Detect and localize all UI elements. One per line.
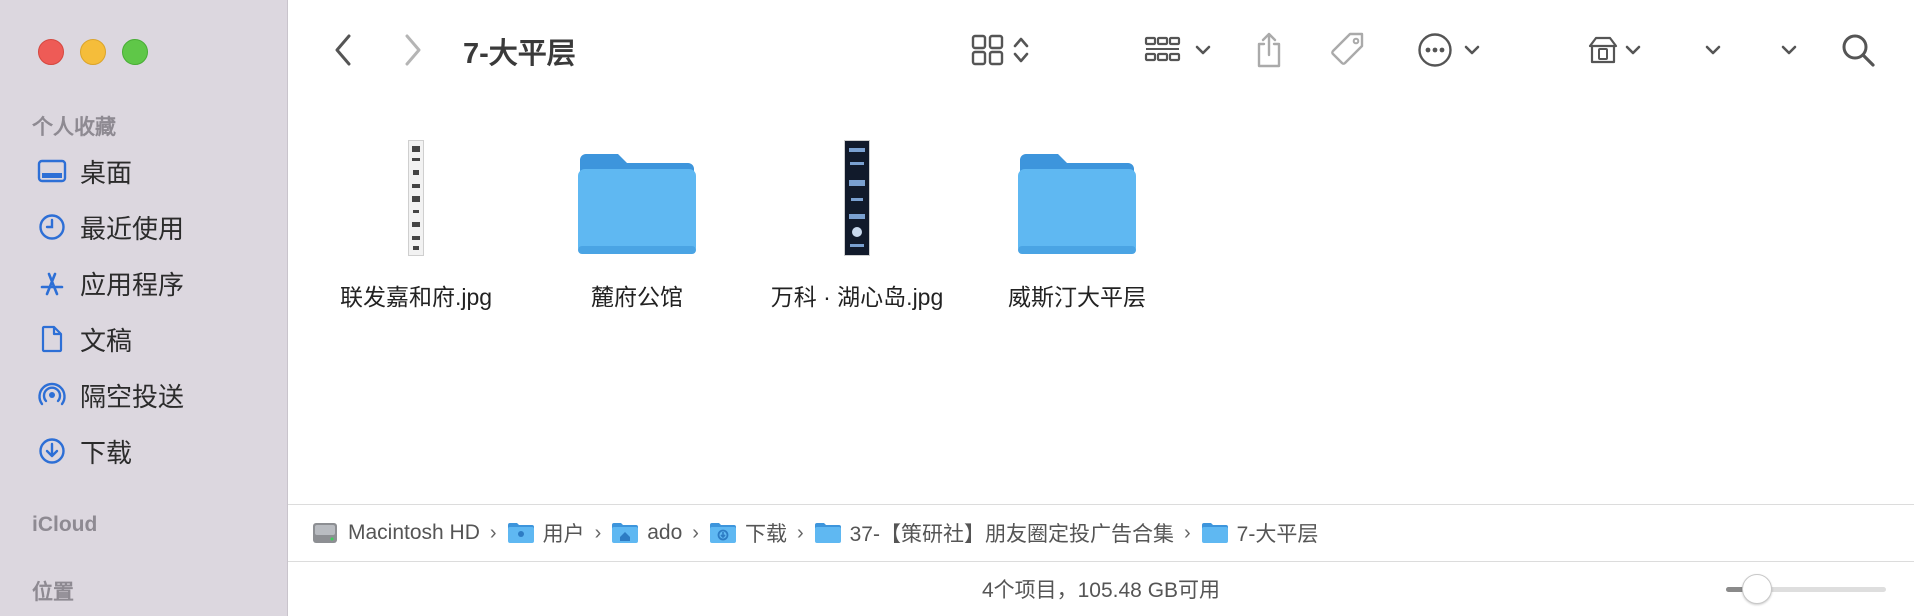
icon-size-slider[interactable]: [1726, 574, 1886, 604]
file-item[interactable]: 联发嘉和府.jpg: [316, 138, 516, 312]
sidebar-item-desktop[interactable]: 桌面: [36, 151, 132, 191]
group-by-button[interactable]: [1140, 32, 1216, 68]
slider-knob[interactable]: [1742, 574, 1772, 604]
finder-content: 7-大平层 联发嘉和府.jpg 麓府公馆 万科 · 湖心岛.jpg 威斯汀大平层…: [288, 0, 1914, 616]
path-separator-icon: ›: [1183, 521, 1191, 544]
path-separator-icon: ›: [692, 521, 699, 544]
home-folder-icon: [611, 521, 639, 545]
sidebar-item-label: 桌面: [80, 157, 133, 188]
folder-icon: [537, 138, 737, 256]
chevron-down-icon: [1464, 45, 1480, 55]
downloads-folder-icon: [709, 521, 737, 545]
sidebar-item-label: 应用程序: [80, 269, 185, 300]
forward-button[interactable]: [400, 32, 426, 68]
sidebar-item-airdrop[interactable]: 隔空投送: [36, 375, 184, 415]
sidebar-item-recents[interactable]: 最近使用: [36, 207, 184, 247]
chevron-down-icon: [1781, 45, 1797, 55]
status-text: 4个项目，105.48 GB可用: [981, 579, 1221, 602]
file-name: 万科 · 湖心岛.jpg: [770, 284, 944, 310]
folder-item[interactable]: 威斯汀大平层: [977, 138, 1177, 312]
locations-heading: 位置: [32, 581, 74, 604]
path-crumb-ad-collection[interactable]: 37-【策研社】朋友圈定投广告合集: [814, 518, 1174, 548]
path-crumb-label: 下载: [744, 523, 787, 546]
path-crumb-macintosh-hd[interactable]: Macintosh HD: [312, 521, 480, 545]
folder-icon: [507, 521, 535, 545]
path-crumb-label: 用户: [542, 523, 585, 546]
file-item[interactable]: 万科 · 湖心岛.jpg: [757, 138, 957, 312]
toolbar: 7-大平层: [288, 0, 1914, 100]
view-mode-button[interactable]: [965, 32, 1037, 68]
path-crumb-current[interactable]: 7-大平层: [1201, 518, 1319, 548]
overflow-menu-button[interactable]: [1698, 32, 1728, 68]
path-separator-icon: ›: [594, 521, 602, 544]
chevron-down-icon: [1625, 45, 1641, 55]
search-icon: [1842, 34, 1875, 67]
path-separator-icon: ›: [796, 521, 804, 544]
path-crumb-label: 37-【策研社】朋友圈定投广告合集: [849, 523, 1174, 546]
image-thumbnail-icon: [316, 138, 516, 256]
file-name: 联发嘉和府.jpg: [339, 284, 493, 310]
applications-icon: [36, 267, 68, 299]
group-icon: [1144, 36, 1181, 62]
share-button[interactable]: [1252, 28, 1286, 72]
document-icon: [36, 323, 68, 355]
file-name: 麓府公馆: [591, 284, 683, 310]
tags-button[interactable]: [1328, 30, 1368, 70]
ellipsis-circle-icon: [1418, 33, 1452, 67]
window-title: 7-大平层: [463, 38, 576, 70]
extension-button[interactable]: [1586, 32, 1644, 68]
sidebar-item-documents[interactable]: 文稿: [36, 319, 132, 359]
desktop-icon: [36, 155, 68, 187]
clock-icon: [36, 211, 68, 243]
sidebar-item-label: 最近使用: [80, 213, 185, 244]
path-crumb-label: ado: [647, 521, 683, 544]
path-crumb-users[interactable]: 用户: [507, 518, 585, 548]
airdrop-icon: [36, 379, 68, 411]
path-bar: Macintosh HD › 用户 › ado › 下载 › 37-【策研社】朋…: [288, 504, 1914, 562]
path-separator-icon: ›: [489, 521, 497, 544]
share-icon: [1257, 32, 1281, 68]
path-crumb-label: 7-大平层: [1236, 523, 1319, 546]
overflow-menu-button-2[interactable]: [1774, 32, 1804, 68]
chevron-left-icon: [335, 34, 351, 66]
sidebar: 个人收藏 桌面 最近使用 应用程序 文稿 隔空投送 下载 iCloud 位置: [0, 0, 288, 616]
zoom-window-button[interactable]: [122, 39, 148, 65]
icloud-heading: iCloud: [32, 513, 98, 536]
more-actions-button[interactable]: [1414, 32, 1484, 68]
sidebar-item-label: 隔空投送: [80, 381, 185, 412]
search-button[interactable]: [1838, 30, 1878, 70]
path-crumb-downloads[interactable]: 下载: [709, 518, 787, 548]
sidebar-item-applications[interactable]: 应用程序: [36, 263, 184, 303]
sidebar-item-label: 文稿: [80, 325, 133, 356]
sidebar-item-label: 下载: [80, 437, 133, 468]
folder-icon: [977, 138, 1177, 256]
path-crumb-ado[interactable]: ado: [611, 521, 682, 545]
chevron-down-icon: [1195, 45, 1211, 55]
status-bar: 4个项目，105.48 GB可用: [288, 562, 1914, 616]
favorites-heading: 个人收藏: [32, 116, 116, 139]
download-icon: [36, 435, 68, 467]
image-thumbnail-icon: [757, 138, 957, 256]
icon-grid-icon: [971, 34, 1004, 66]
path-crumb-label: Macintosh HD: [348, 521, 480, 544]
file-name: 威斯汀大平层: [1008, 284, 1146, 310]
close-window-button[interactable]: [38, 39, 64, 65]
chevron-down-icon: [1705, 45, 1721, 55]
up-down-chevron-icon: [1013, 37, 1029, 63]
window-controls: [38, 39, 148, 65]
minimize-window-button[interactable]: [80, 39, 106, 65]
sidebar-item-downloads[interactable]: 下载: [36, 431, 132, 471]
hard-drive-icon: [312, 521, 340, 545]
back-button[interactable]: [330, 32, 356, 68]
folder-icon: [814, 521, 842, 545]
chevron-right-icon: [405, 34, 421, 66]
folder-icon: [1201, 521, 1229, 545]
tag-icon: [1331, 32, 1364, 65]
extension-icon: [1588, 36, 1618, 64]
folder-item[interactable]: 麓府公馆: [537, 138, 737, 312]
